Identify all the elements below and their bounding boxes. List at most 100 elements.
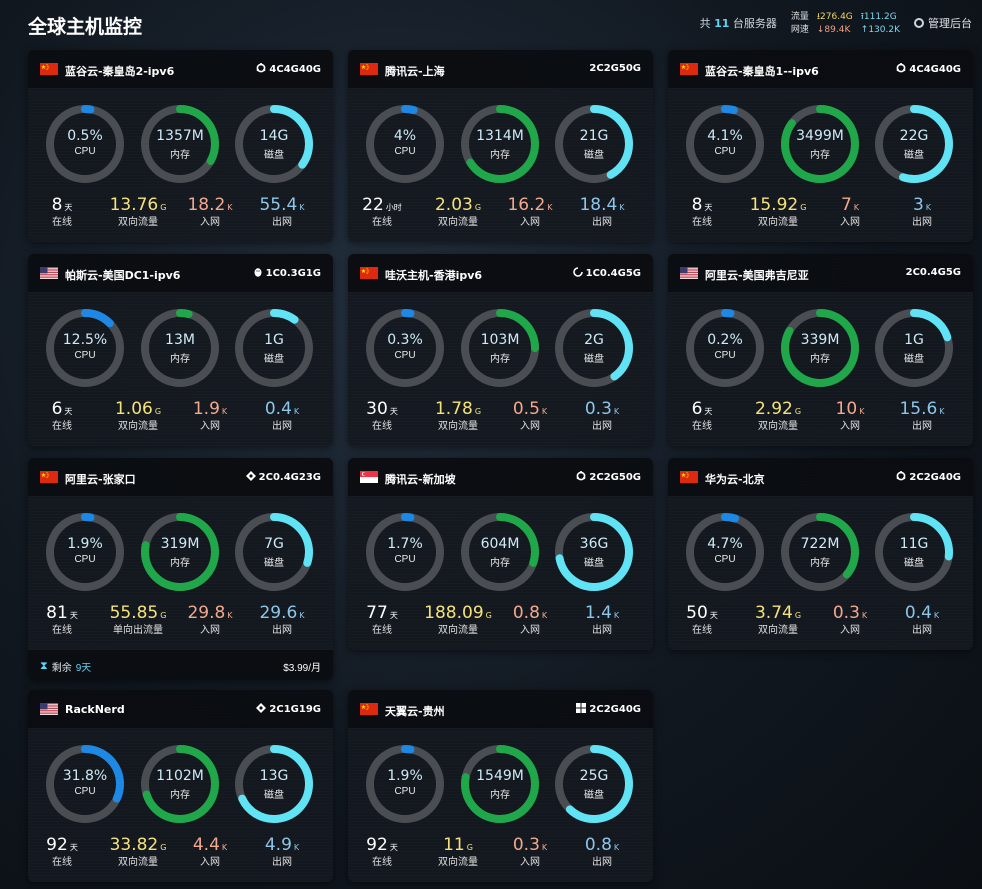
metric-traffic: 15.92 G 双向流量 [740,196,816,229]
metric-out-unit: K [939,407,945,416]
metric-out: 3 K 出网 [884,196,960,229]
net-speed-label: 网速 [790,24,809,35]
server-spec: 2C2G50G [589,63,641,74]
usage-rings: 1.9% CPU 1549M 内存 25G 磁盘 [365,744,637,824]
metric-online-value: 77 [366,603,388,623]
disk-value: 22G [899,128,929,144]
metric-traffic: 188.09 G 双向流量 [420,604,496,637]
metric-traffic-label: 双向流量 [438,625,478,636]
metric-out-label: 出网 [272,625,292,636]
server-card[interactable]: 帕斯云-美国DC1-ipv6 1C0.3G1G 12.5% CPU 13M 内存 1G 磁盘 6… [28,254,333,446]
server-card[interactable]: 蓝谷云-秦皇岛2-ipv6 4C4G40G 0.5% CPU 1357M 内存 14G 磁盘 8… [28,50,333,242]
mem-label: 内存 [170,150,190,161]
metric-out-value: 4.9 [264,835,292,855]
usage-rings: 12.5% CPU 13M 内存 1G 磁盘 [45,308,317,388]
ubuntu-icon [576,471,586,484]
disk-value: 2G [584,332,604,348]
server-spec-text: 1C0.4G5G [585,268,641,279]
cpu-label: CPU [714,350,736,361]
metric-in-value: 10 [835,399,858,419]
metric-out-value: 0.4 [264,399,292,419]
metric-online: 92 天在线 [28,836,100,869]
traffic-metrics: 92 天在线 11 G 双向流量 0.3 K 入网 0.8 K 出网 [348,836,653,872]
server-card[interactable]: RackNerd 2C1G19G 31.8% CPU 1102M 内存 13G 磁盘 92 天在线… [28,690,333,882]
cpu-ring: 1.7% CPU [365,512,445,592]
server-name: 帕斯云-美国DC1-ipv6 [65,269,181,282]
server-card[interactable]: 哇沃主机-香港ipv6 1C0.4G5G 0.3% CPU 103M 内存 2G 磁盘 30 天在… [348,254,653,446]
metric-traffic-label: 双向流量 [438,857,478,868]
server-spec: 4C4G40G [256,63,321,76]
server-card[interactable]: 腾讯云-新加坡 2C2G50G 1.7% CPU 604M 内存 36G 磁盘 77 天在线 188… [348,458,653,650]
disk-label: 磁盘 [264,354,284,365]
metric-out: 0.4 K 出网 [244,399,320,433]
disk-ring: 14G 磁盘 [234,104,314,184]
remaining-days: 9天 [75,663,92,674]
metric-online: 92 天在线 [348,836,420,869]
metric-online-value: 81 [46,603,68,623]
server-spec-text: 4C4G40G [269,64,321,75]
metric-traffic-label: 双向流量 [758,625,798,636]
server-card[interactable]: 腾讯云-上海 2C2G50G 4% CPU 1314M 内存 21G 磁盘 22 小时 在线 2.03… [348,50,653,242]
server-spec: 2C1G19G [256,703,321,716]
server-card[interactable]: 阿里云-张家口 2C0.4G23G 1.9% CPU 319M 内存 7G 磁盘 81 天在线 55… [28,458,333,680]
metric-online-unit: 天 [389,611,398,620]
cpu-value: 4% [393,128,417,144]
traffic-label: 流量 [790,11,809,22]
disk-value: 7G [264,536,284,552]
disk-ring-track [235,309,313,387]
server-name: 阿里云-美国弗吉尼亚 [705,269,809,282]
flag-cn-icon [360,703,378,715]
metric-online-unit: 天 [704,407,713,416]
metric-online-unit: 天 [709,611,718,620]
mem-label: 内存 [170,558,190,569]
cpu-ring: 0.2% CPU [685,308,765,388]
metric-traffic-unit: G [794,611,802,620]
windows-icon [576,703,587,716]
disk-gauge [235,309,313,387]
metric-in-label: 入网 [200,625,220,636]
metric-traffic-value: 3.74 [754,603,793,623]
mem-ring: 13M 内存 [140,308,220,388]
server-card[interactable]: 天翼云-贵州 2C2G40G 1.9% CPU 1549M 内存 25G 磁盘 92 天在线 11 G… [348,690,653,882]
traffic-metrics: 30 天在线 1.78 G 双向流量 0.5 K 入网 0.3 K 出网 [348,400,653,436]
metric-out: 1.4 K 出网 [564,604,640,637]
metric-out-label: 出网 [912,625,932,636]
flag-us-icon [680,267,698,279]
card-header: 哇沃主机-香港ipv6 1C0.4G5G [348,254,653,292]
metric-in-label: 入网 [200,217,220,228]
metric-online-value: 6 [691,399,703,419]
metric-in-unit: K [547,203,553,212]
disk-value: 11G [899,536,929,552]
mem-label: 内存 [170,354,190,365]
usage-rings: 0.2% CPU 339M 内存 1G 磁盘 [685,308,957,388]
server-card[interactable]: 华为云-北京 2C2G40G 4.7% CPU 722M 内存 11G 磁盘 50 天在线 3.74… [668,458,973,650]
flag-cn-icon [40,63,58,75]
metric-online: 8 天在线 [28,196,100,229]
gear-icon [914,18,924,28]
server-card[interactable]: 阿里云-美国弗吉尼亚 2C0.4G5G 0.2% CPU 339M 内存 1G 磁盘 6 天在线 2… [668,254,973,446]
cpu-value: 0.5% [67,128,103,144]
metric-in-unit: K [861,611,868,620]
metric-online: 6 天在线 [668,399,740,433]
flag-us-icon [40,703,58,715]
metric-in-label: 入网 [520,625,540,636]
server-spec-text: 2C2G50G [589,63,641,74]
cpu-ring-track [46,513,124,591]
cpu-value: 0.2% [707,332,743,348]
metric-online-label: 在线 [52,625,72,636]
metric-traffic-label: 双向流量 [438,421,478,432]
mem-gauge [141,745,219,823]
disk-ring: 7G 磁盘 [234,512,314,592]
server-card[interactable]: 蓝谷云-秦皇岛1--ipv6 4C4G40G 4.1% CPU 3499M 内存 22G 磁盘… [668,50,973,242]
disk-value: 25G [579,768,609,784]
admin-link[interactable]: 管理后台 [914,15,972,31]
server-spec: 1C0.3G1G [253,267,321,280]
usage-rings: 0.5% CPU 1357M 内存 14G 磁盘 [45,104,317,184]
card-header: 华为云-北京 2C2G40G [668,458,973,496]
card-header: 阿里云-张家口 2C0.4G23G [28,458,333,496]
metric-online-value: 30 [366,399,388,419]
net-speed-in: ↓89.4K [816,24,851,35]
mem-gauge [781,309,859,387]
metric-out-unit: K [299,611,305,620]
metric-traffic-label: 双向流量 [758,217,798,228]
